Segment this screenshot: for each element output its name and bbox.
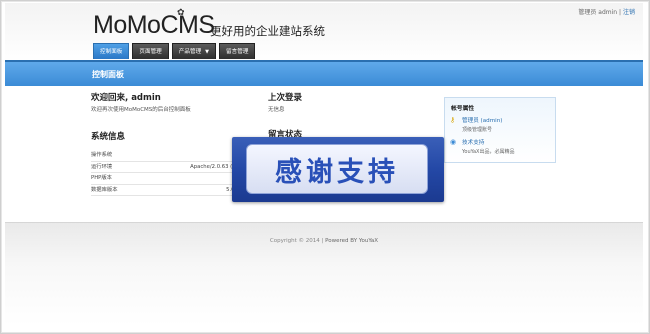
row-label: 数据库版本: [91, 186, 118, 193]
row-label: 操作系统: [91, 152, 113, 158]
copyright: Copyright © 2014 |: [269, 238, 324, 244]
tab-dashboard[interactable]: 控制面板: [93, 43, 130, 59]
slogan: 更好用的企业建站系统: [210, 24, 325, 38]
footer: Copyright © 2014 | Powered BY YouYaX: [5, 222, 643, 326]
welcome-text: 欢迎再次使用MoMoCMS的后台控制面板: [91, 107, 191, 113]
logout-link[interactable]: 注销: [623, 9, 635, 16]
tab-pages[interactable]: 页面管理: [132, 43, 169, 59]
table-row: 运行环境 Apache/2.0.63 (Win32): [91, 162, 251, 173]
page-title: 控制面板: [92, 70, 124, 79]
tab-messages[interactable]: 留言管理: [219, 43, 256, 59]
account-title: 帐号属性: [451, 106, 475, 112]
key-icon: ⚷: [450, 116, 456, 124]
user-bar: 管理员 admin | 注销: [578, 7, 635, 16]
username: admin: [598, 9, 618, 16]
row-label: PHP版本: [91, 175, 112, 181]
welcome-title: 欢迎回来, admin: [91, 93, 161, 103]
admin-account-link[interactable]: 管理员 (admin): [462, 116, 502, 124]
powered-by: Powered BY YouYaX: [325, 238, 379, 244]
flower-icon: ✿: [177, 8, 185, 18]
thanks-text: 感谢支持: [275, 156, 399, 188]
chevron-down-icon: ▼: [205, 49, 210, 55]
table-row: 数据库版本 5.0.90-co: [91, 185, 251, 196]
support-sub: YouYaX出品，必属精品: [462, 149, 515, 155]
table-row: 操作系统: [91, 150, 251, 162]
admin-account-sub: 顶级管理账号: [462, 127, 493, 133]
row-label: 运行环境: [91, 163, 113, 170]
page-title-bar: 控制面板: [5, 60, 643, 86]
system-info-table: 操作系统 运行环境 Apache/2.0.63 (Win32) PHP版本 数据…: [91, 150, 251, 196]
support-link[interactable]: 技术支持: [462, 138, 484, 146]
user-separator: |: [619, 9, 622, 16]
main-nav: 控制面板 页面管理 产品管理 ▼ 留言管理: [93, 43, 256, 59]
last-login-title: 上次登录: [268, 93, 303, 103]
tab-products[interactable]: 产品管理 ▼: [171, 43, 217, 59]
system-info-title: 系统信息: [91, 132, 126, 142]
thanks-banner: 感谢支持: [232, 137, 444, 202]
user-role: 管理员: [578, 9, 597, 16]
footer-text: Copyright © 2014 | Powered BY YouYaX: [5, 238, 643, 244]
admin-page: 管理员 admin | 注销 MoMoCMS ✿ 更好用的企业建站系统 控制面板…: [5, 3, 643, 326]
tab-products-label: 产品管理: [178, 49, 202, 55]
account-panel: 帐号属性 ⚷ 管理员 (admin) 顶级管理账号 ◉ 技术支持 YouYaX出…: [444, 97, 556, 163]
logo-text: MoMoCMS: [93, 11, 215, 39]
table-row: PHP版本: [91, 173, 251, 185]
thanks-banner-inner: 感谢支持: [246, 144, 428, 194]
globe-icon: ◉: [450, 138, 457, 146]
last-login-text: 无信息: [268, 107, 285, 113]
